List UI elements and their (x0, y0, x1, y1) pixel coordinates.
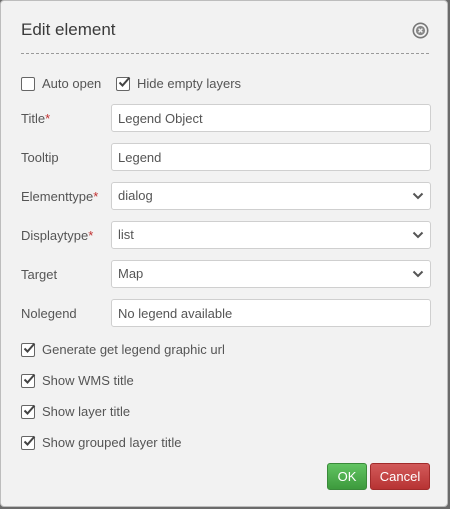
show-layer-title-checkbox[interactable]: Show layer title (21, 404, 130, 419)
show-layer-title-label: Show layer title (42, 404, 131, 419)
chevron-down-icon (412, 270, 424, 278)
elementtype-label-text: Elementtype (21, 189, 94, 204)
required-marker: * (93, 189, 99, 204)
generate-legend-url-label: Generate get legend graphic url (42, 342, 225, 357)
close-icon[interactable] (412, 22, 429, 39)
auto-open-label: Auto open (42, 76, 102, 91)
required-marker: * (88, 228, 94, 243)
nolegend-input[interactable] (111, 299, 431, 327)
generate-legend-url-checkbox[interactable]: Generate get legend graphic url (21, 342, 225, 357)
hide-empty-layers-checkbox[interactable]: Hide empty layers (116, 76, 241, 91)
displaytype-label: Displaytype* (21, 228, 93, 243)
show-grouped-layer-title-label: Show grouped layer title (42, 435, 182, 450)
title-label-text: Title (21, 111, 46, 126)
edit-element-dialog: Edit element Auto open Hide empty layers… (0, 0, 448, 507)
checkbox-checked-icon[interactable] (21, 435, 36, 450)
auto-open-checkbox[interactable]: Auto open (21, 76, 101, 91)
target-select[interactable]: Map (111, 260, 431, 288)
target-value: Map (118, 266, 144, 281)
elementtype-value: dialog (118, 188, 153, 203)
target-label: Target (21, 267, 58, 282)
elementtype-select[interactable]: dialog (111, 182, 431, 210)
dialog-title: Edit element (21, 20, 116, 39)
cancel-button[interactable]: Cancel (370, 463, 430, 490)
title-input[interactable] (111, 104, 431, 132)
hide-empty-layers-label: Hide empty layers (137, 76, 242, 91)
nolegend-label: Nolegend (21, 306, 77, 321)
checkbox-checked-icon[interactable] (21, 404, 36, 419)
displaytype-label-text: Displaytype (21, 228, 89, 243)
show-wms-title-checkbox[interactable]: Show WMS title (21, 373, 134, 388)
title-label: Title* (21, 111, 50, 126)
tooltip-label: Tooltip (21, 150, 59, 165)
checkbox-unchecked-icon[interactable] (21, 76, 35, 91)
tooltip-input[interactable] (111, 143, 431, 171)
checkbox-checked-icon[interactable] (21, 373, 36, 388)
displaytype-select[interactable]: list (111, 221, 431, 249)
show-grouped-layer-title-checkbox[interactable]: Show grouped layer title (21, 435, 181, 450)
chevron-down-icon (412, 192, 424, 200)
checkbox-checked-icon[interactable] (21, 342, 36, 357)
chevron-down-icon (412, 231, 424, 239)
checkbox-checked-icon[interactable] (116, 76, 131, 91)
required-marker: * (45, 111, 51, 126)
displaytype-value: list (118, 227, 134, 242)
ok-button[interactable]: OK (327, 463, 367, 490)
dialog-header: Edit element (21, 1, 429, 54)
elementtype-label: Elementtype* (21, 189, 98, 204)
show-wms-title-label: Show WMS title (42, 373, 134, 388)
